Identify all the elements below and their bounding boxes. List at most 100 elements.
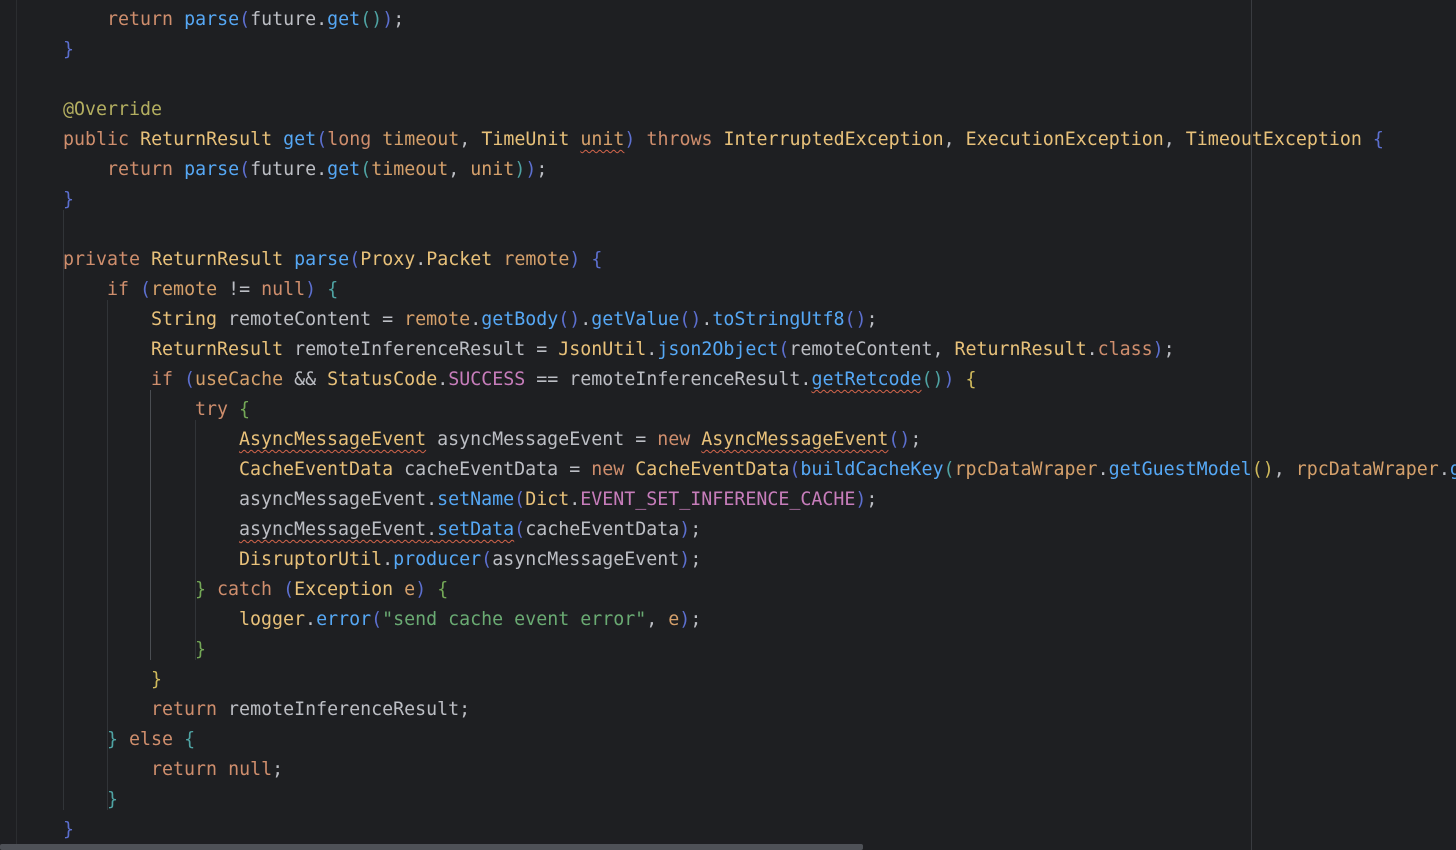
code-token: { — [239, 399, 251, 420]
code-token: new — [657, 429, 691, 450]
code-line[interactable]: return parse(future.get()); — [107, 5, 404, 35]
code-line[interactable]: private ReturnResult parse(Proxy.Packet … — [63, 245, 602, 275]
code-token: ; — [690, 519, 702, 540]
code-token: != — [217, 279, 262, 300]
code-token: ReturnResult — [140, 129, 273, 150]
code-token: , — [1163, 129, 1186, 150]
code-token: ) — [382, 9, 394, 30]
code-token: . — [701, 309, 713, 330]
code-token: e — [404, 579, 416, 600]
horizontal-scrollbar[interactable] — [0, 844, 863, 850]
code-line[interactable]: return parse(future.get(timeout, unit)); — [107, 155, 547, 185]
code-line[interactable]: DisruptorUtil.producer(asyncMessageEvent… — [239, 545, 701, 575]
code-token: remoteContent, — [789, 339, 955, 360]
code-token: try — [195, 399, 229, 420]
code-token: == remoteInferenceResult. — [525, 369, 812, 390]
code-line[interactable]: asyncMessageEvent.setData(cacheEventData… — [239, 515, 701, 545]
code-token: { — [965, 369, 977, 390]
code-token: } — [63, 819, 75, 840]
code-line[interactable]: CacheEventData cacheEventData = new Cach… — [239, 455, 1456, 485]
code-line[interactable]: if (useCache && StatusCode.SUCCESS == re… — [151, 365, 977, 395]
code-token: } — [195, 639, 207, 660]
code-token: ( — [514, 519, 526, 540]
code-token: ; — [910, 429, 922, 450]
code-token: } — [151, 669, 163, 690]
code-token: logger — [239, 609, 306, 630]
code-token: remoteInferenceResult; — [217, 699, 471, 720]
code-token: TimeoutException — [1185, 129, 1362, 150]
code-token: ) — [514, 159, 526, 180]
code-token: getRetcode — [811, 369, 922, 390]
code-token: . — [426, 519, 438, 540]
code-line[interactable]: @Override — [63, 95, 162, 125]
code-token: ( — [140, 279, 152, 300]
code-token: "send cache event error" — [382, 609, 647, 630]
code-token: () — [844, 309, 867, 330]
code-token: remote — [151, 279, 218, 300]
code-token: . — [470, 309, 482, 330]
code-line[interactable]: return remoteInferenceResult; — [151, 695, 470, 725]
code-line[interactable]: ReturnResult remoteInferenceResult = Jso… — [151, 335, 1175, 365]
code-line[interactable]: String remoteContent = remote.getBody().… — [151, 305, 878, 335]
code-token: () — [921, 369, 944, 390]
code-line[interactable]: if (remote != null) { — [107, 275, 338, 305]
code-token: remote — [503, 249, 570, 270]
code-line[interactable]: return null; — [151, 755, 283, 785]
code-token: && — [283, 369, 328, 390]
code-token: . — [1097, 459, 1109, 480]
code-token: get — [327, 9, 361, 30]
code-token: ReturnResult — [151, 249, 284, 270]
code-token: ( — [481, 549, 493, 570]
code-token: asyncMessageEvent — [492, 549, 680, 570]
code-token: { — [1372, 129, 1384, 150]
code-token: ( — [789, 459, 801, 480]
code-token: parse — [294, 249, 350, 270]
code-line[interactable]: } catch (Exception e) { — [195, 575, 448, 605]
code-token: producer — [393, 549, 482, 570]
code-line[interactable]: } — [63, 815, 74, 845]
code-line[interactable]: } — [63, 35, 74, 65]
code-line[interactable]: try { — [195, 395, 250, 425]
code-line[interactable]: asyncMessageEvent.setName(Dict.EVENT_SET… — [239, 485, 877, 515]
code-token: { — [327, 279, 339, 300]
code-token: ( — [943, 459, 955, 480]
code-token: { — [591, 249, 603, 270]
code-token: return — [151, 759, 218, 780]
code-line[interactable]: } — [63, 185, 74, 215]
code-token: ) — [415, 579, 427, 600]
code-token: { — [437, 579, 449, 600]
code-token: rpcDataWraper — [954, 459, 1098, 480]
code-token: else — [129, 729, 174, 750]
code-token: getValue — [591, 309, 680, 330]
code-line[interactable]: logger.error("send cache event error", e… — [239, 605, 701, 635]
code-token: , — [1273, 459, 1296, 480]
code-line[interactable]: public ReturnResult get(long timeout, Ti… — [63, 125, 1384, 155]
code-token: CacheEventData — [239, 459, 394, 480]
code-token: catch — [217, 579, 273, 600]
code-token: AsyncMessageEvent — [701, 429, 889, 450]
code-area[interactable]: return parse(future.get());} @Override pub… — [0, 0, 1456, 850]
code-token: ; — [690, 609, 702, 630]
code-token: . — [646, 339, 658, 360]
code-line[interactable]: AsyncMessageEvent asyncMessageEvent = ne… — [239, 425, 921, 455]
code-token: ) — [679, 549, 691, 570]
code-token: ) — [855, 489, 867, 510]
code-line[interactable]: } — [195, 635, 206, 665]
code-token: Dict — [525, 489, 570, 510]
code-line[interactable]: } — [107, 785, 118, 815]
code-line[interactable]: } — [151, 665, 162, 695]
code-token: Exception — [294, 579, 394, 600]
code-editor[interactable]: return parse(future.get());} @Override pub… — [0, 0, 1456, 850]
code-line[interactable]: } else { — [107, 725, 195, 755]
